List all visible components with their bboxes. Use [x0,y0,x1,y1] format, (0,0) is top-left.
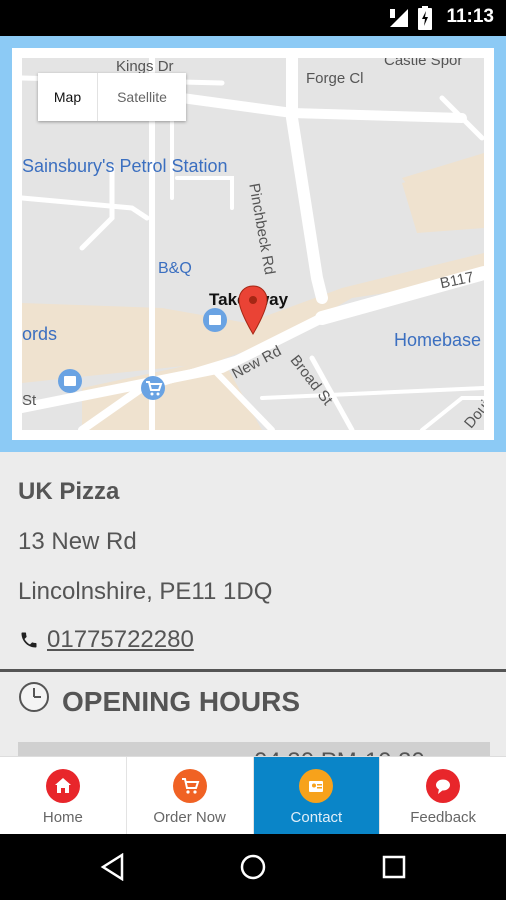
phone-icon [21,632,37,648]
tab-contact[interactable]: Contact [253,757,381,834]
tab-feedback[interactable]: Feedback [380,757,506,834]
map-type-toggle: Map Satellite [38,73,186,121]
map-type-map-button[interactable]: Map [38,73,98,121]
tab-contact-label: Contact [290,809,343,826]
map-label-petrol: Sainsbury's Petrol Station [22,156,228,176]
bottom-tab-bar: Home Order Now Contact Feedback [0,756,506,834]
section-divider [0,669,506,672]
tab-home[interactable]: Home [0,757,127,834]
recents-icon[interactable] [382,855,406,879]
map-label-bq: B&Q [158,260,192,277]
signal-icon [390,9,408,27]
tab-order-now-label: Order Now [153,809,226,826]
home-nav-icon[interactable] [240,854,266,880]
map-label-ords: ords [22,324,58,344]
restaurant-name: UK Pizza [18,478,120,505]
status-bar: 11:13 [0,0,506,36]
battery-icon [418,6,432,30]
address-line1: 13 New Rd [18,528,137,555]
map-label-castle: Castle Spor [384,58,463,69]
map-label-st: St [22,392,37,409]
tab-home-label: Home [42,809,83,826]
map-label-homebase: Homebase [394,330,482,350]
chat-icon [426,769,461,803]
map-label-forge: Forge Cl [306,70,364,87]
phone-link[interactable]: 01775722280 [47,626,194,654]
cart-icon [172,769,207,803]
back-icon[interactable] [100,853,126,881]
contact-icon [299,769,334,803]
tab-order-now[interactable]: Order Now [127,757,254,834]
tab-feedback-label: Feedback [410,809,477,826]
android-nav-bar [0,834,506,900]
home-icon [45,769,80,803]
map-marker-icon[interactable] [237,284,269,336]
opening-hours-title: OPENING HOURS [62,686,301,717]
map-type-satellite-button[interactable]: Satellite [98,73,186,121]
clock-icon [19,682,49,712]
address-line2: Lincolnshire, PE11 1DQ [18,578,273,605]
status-time: 11:13 [446,6,494,27]
